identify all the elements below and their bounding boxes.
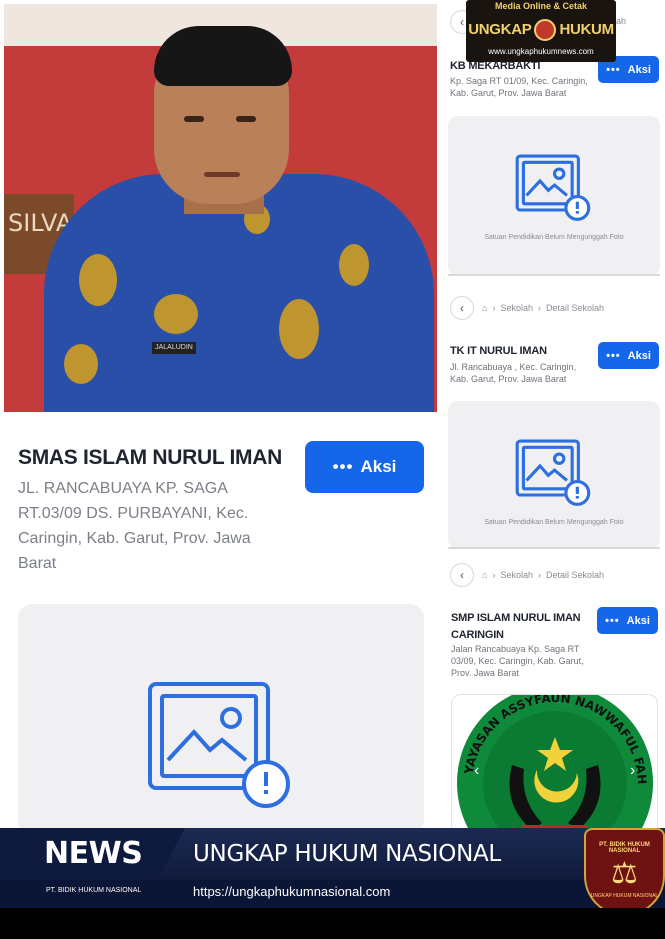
image-missing-icon — [515, 154, 591, 221]
chevron-right-icon: › — [630, 762, 635, 779]
watermark-brand-left: UNGKAP — [468, 20, 532, 38]
school-address: Kp. Saga RT 01/09, Kec. Caringin, Kab. G… — [450, 76, 588, 98]
badge-top-text: PT. BIDIK HUKUM NASIONAL — [599, 842, 650, 854]
news-company: PT. BIDIK HUKUM NASIONAL — [46, 887, 142, 894]
yayasan-logo: YAYASAN ASSYFAUN NAWWAFUL FAHMI ‹ › — [451, 694, 658, 844]
image-missing-icon — [515, 439, 591, 506]
breadcrumb-item[interactable]: Detail Sekolah — [546, 303, 604, 313]
breadcrumb-item[interactable]: Sekolah — [500, 303, 533, 313]
school-address: Jalan Rancabuaya Kp. Saga RT 03/09, Kec.… — [451, 644, 584, 678]
aksi-button-label: Aksi — [626, 614, 650, 627]
chevron-left-icon: ‹ — [474, 762, 479, 779]
watermark-brand-right: HUKUM — [559, 20, 614, 38]
chevron-right-icon: › — [492, 303, 496, 313]
breadcrumb-item[interactable]: Detail Sekolah — [546, 570, 604, 580]
back-icon[interactable]: ‹ — [450, 296, 474, 320]
breadcrumb: ‹ ⌂ › Sekolah › Detail Sekolah — [450, 296, 604, 320]
more-dots-icon: ••• — [606, 63, 621, 76]
screen: SILVA JALALUDIN SMAS ISLAM NURUL IMAN JL… — [0, 0, 665, 939]
school-address: Jl. Rancabuaya , Kec. Caringin, Kab. Gar… — [450, 362, 577, 384]
emblem-icon — [534, 19, 557, 41]
chevron-right-icon: › — [537, 570, 541, 580]
aksi-button-label: Aksi — [627, 63, 651, 76]
scales-icon: ⚖ — [611, 857, 638, 890]
news-banner: NEWS UNGKAP HUKUM NASIONAL PT. BIDIK HUK… — [0, 828, 665, 916]
home-icon[interactable]: ⌂ — [482, 570, 487, 580]
watermark-line1: Media Online & Cetak — [494, 1, 588, 11]
school-title: TK IT NURUL IMAN — [450, 345, 547, 357]
school-image-placeholder: Satuan Pendidikan Belum Mengunggah Foto — [448, 401, 660, 549]
breadcrumb-partial: ah — [616, 16, 627, 26]
aksi-button-label: Aksi — [360, 457, 397, 476]
aksi-button[interactable]: ••• Aksi — [597, 607, 658, 634]
breadcrumb-item[interactable]: Sekolah — [500, 570, 533, 580]
news-headline: UNGKAP HUKUM NASIONAL — [193, 841, 501, 867]
school-photo: SILVA JALALUDIN — [4, 4, 437, 412]
aksi-button[interactable]: ••• Aksi — [305, 441, 424, 493]
chevron-right-icon: › — [492, 570, 496, 580]
aksi-button-label: Aksi — [627, 349, 651, 362]
aksi-button[interactable]: ••• Aksi — [598, 342, 659, 369]
image-missing-icon — [148, 682, 290, 808]
chevron-right-icon: › — [537, 303, 541, 313]
news-badge: PT. BIDIK HUKUM NASIONAL ⚖ UNGKAP HUKUM … — [584, 828, 665, 916]
school-image-placeholder — [18, 604, 424, 834]
school-title: SMP ISLAM NURUL IMAN CARINGIN — [451, 612, 581, 641]
home-icon[interactable]: ⌂ — [482, 303, 487, 313]
no-photo-label: Satuan Pendidikan Belum Mengunggah Foto — [484, 234, 624, 241]
watermark-logo: Media Online & Cetak UNGKAP HUKUM www.ung… — [466, 0, 616, 62]
breadcrumb: ‹ ⌂ › Sekolah › Detail Sekolah — [450, 563, 604, 587]
more-dots-icon: ••• — [605, 614, 620, 627]
watermark-site: www.ungkaphukumnews.com — [488, 47, 594, 56]
more-dots-icon: ••• — [606, 349, 621, 362]
name-tag: JALALUDIN — [152, 342, 196, 354]
school-image-placeholder: Satuan Pendidikan Belum Mengunggah Foto — [448, 116, 660, 276]
badge-bottom-text: UNGKAP HUKUM NASIONAL — [590, 893, 659, 899]
news-label: NEWS — [44, 836, 143, 871]
news-url: https://ungkaphukumnasional.com — [193, 884, 391, 899]
school-address: JL. RANCABUAYA KP. SAGA RT.03/09 DS. PUR… — [18, 480, 251, 572]
more-dots-icon: ••• — [332, 457, 354, 476]
back-icon[interactable]: ‹ — [450, 563, 474, 587]
school-title: SMAS ISLAM NURUL IMAN — [18, 446, 282, 469]
no-photo-label: Satuan Pendidikan Belum Mengunggah Foto — [484, 519, 624, 526]
yayasan-emblem-icon: YAYASAN ASSYFAUN NAWWAFUL FAHMI ‹ › — [452, 695, 653, 843]
